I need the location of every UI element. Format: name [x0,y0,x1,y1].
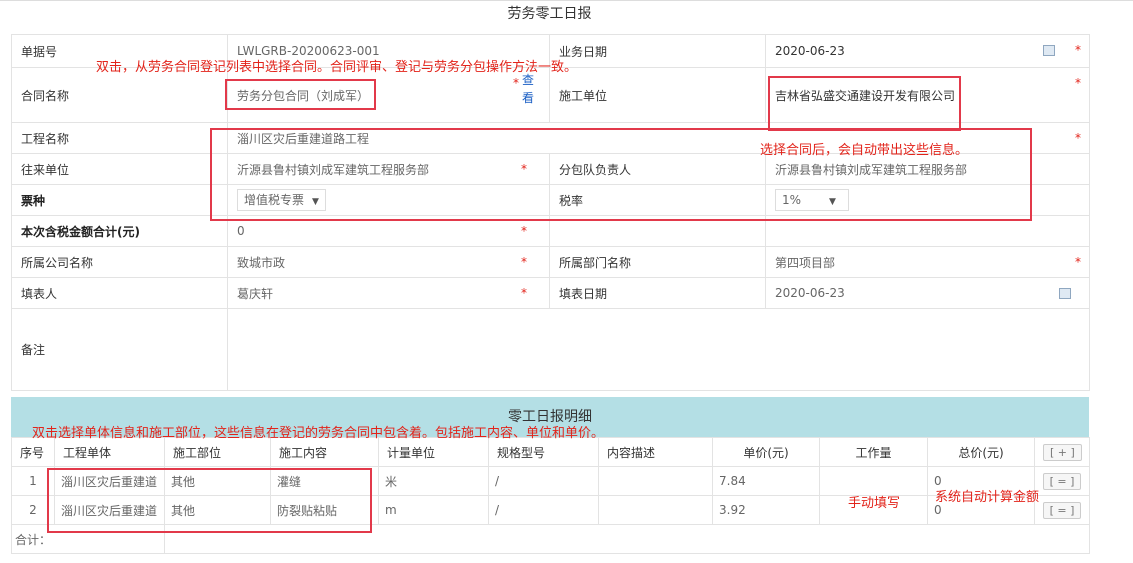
col-header-price: 单价(元) [712,437,820,467]
col-header-content: 施工内容 [270,437,379,467]
company-value: 致城市政 [237,255,286,270]
view-contract-link[interactable]: 查看 [522,71,534,107]
filler-value: 葛庆轩 [237,286,274,301]
total-amount-label: 本次含税金额合计(元) [11,215,228,247]
partner-unit-label: 往来单位 [11,153,228,185]
calendar-icon[interactable] [1043,45,1055,56]
row-action-cell: [ = ] [1034,466,1090,496]
add-row-button[interactable]: [ + ] [1043,443,1082,461]
detail-select-highlight [47,468,372,533]
filler-label: 填表人 [11,277,228,309]
required-mark: * [521,286,527,300]
company-field[interactable]: 致城市政 * [227,246,550,278]
contract-hint-annotation: 双击，从劳务合同登记列表中选择合同。合同评审、登记与劳务分包操作方法一致。 [96,60,578,75]
manual-fill-annotation: 手动填写 [848,496,901,511]
form-title: 劳务零工日报 [507,6,592,22]
required-mark: * [521,224,527,238]
required-mark: * [521,255,527,269]
fill-date-field[interactable]: 2020-06-23 [765,277,1090,309]
row-price[interactable]: 7.84 [712,466,820,496]
fill-date-label: 填表日期 [549,277,766,309]
detail-hint-annotation: 双击选择单体信息和施工部位，这些信息在登记的劳务合同中包含着。包括施工内容、单位… [32,426,605,441]
col-header-position: 施工部位 [164,437,271,467]
add-row-cell: [ + ] [1034,437,1090,467]
department-value: 第四项目部 [775,255,836,270]
col-header-spec: 规格型号 [488,437,599,467]
col-header-no: 序号 [11,437,55,467]
col-header-desc: 内容描述 [598,437,713,467]
remark-cell [227,308,1090,391]
col-header-unit-project: 工程单体 [54,437,165,467]
department-label: 所属部门名称 [549,246,766,278]
biz-date-value: 2020-06-23 [775,44,845,58]
construction-unit-highlight [768,76,961,131]
row-spec[interactable]: / [488,466,599,496]
biz-date-field[interactable]: 2020-06-23 * [765,34,1090,68]
required-mark: * [1075,76,1081,90]
required-mark: * [1075,255,1081,269]
auto-fill-hint-annotation: 选择合同后，会自动带出这些信息。 [760,143,969,158]
row-desc[interactable] [598,466,713,496]
fill-date-value: 2020-06-23 [775,286,845,300]
total-amount-value: 0 [237,224,245,238]
row-desc[interactable] [598,495,713,525]
auto-calc-annotation: 系统自动计算金额 [935,490,1040,505]
biz-date-label: 业务日期 [549,34,766,68]
required-mark: * [1075,131,1081,145]
construction-unit-label: 施工单位 [549,67,766,123]
required-mark: * [513,76,519,90]
filler-field[interactable]: 葛庆轩 * [227,277,550,309]
remark-label: 备注 [11,308,228,391]
calendar-icon[interactable] [1059,288,1071,299]
company-label: 所属公司名称 [11,246,228,278]
remark-textarea[interactable] [232,311,1082,385]
col-header-qty: 工作量 [819,437,928,467]
row-menu-button[interactable]: [ = ] [1042,472,1082,490]
ticket-type-label: 票种 [11,184,228,216]
row-action-cell: [ = ] [1034,495,1090,525]
project-name-label: 工程名称 [11,122,228,154]
department-field[interactable]: 第四项目部 * [765,246,1090,278]
row-menu-button[interactable]: [ = ] [1042,501,1082,519]
row-price[interactable]: 3.92 [712,495,820,525]
contract-field-highlight [225,79,376,110]
row-measure[interactable]: 米 [378,466,489,496]
row-spec[interactable]: / [488,495,599,525]
col-header-measure: 计量单位 [378,437,489,467]
row-measure[interactable]: m [378,495,489,525]
col-header-total: 总价(元) [927,437,1035,467]
required-mark: * [1075,43,1081,57]
contract-name-label: 合同名称 [11,67,228,123]
